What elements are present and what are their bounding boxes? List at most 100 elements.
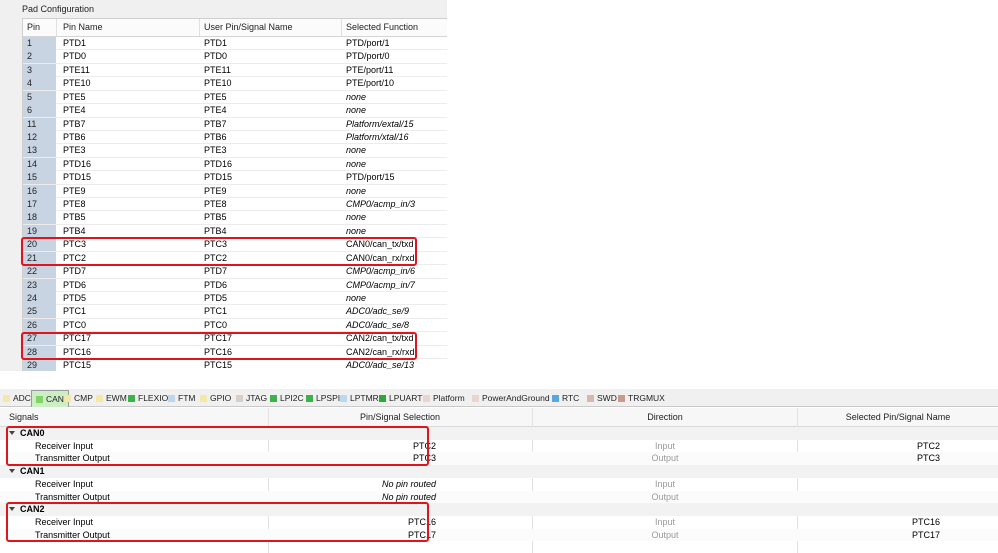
column-header-selected-function[interactable]: Selected Function xyxy=(346,19,418,36)
signal-name-cell: Receiver Input xyxy=(35,478,94,489)
pin-signal-selection-cell[interactable]: PTC17 xyxy=(268,529,532,542)
pin-signal-selection-cell[interactable]: No pin routed xyxy=(268,478,532,491)
table-row[interactable]: 6 PTE4 PTE4 none xyxy=(23,104,447,118)
user-signal-name-cell: PTB4 xyxy=(204,225,227,236)
tab-jtag[interactable]: JTAG xyxy=(236,391,267,405)
tab-powerandground[interactable]: PowerAndGround xyxy=(472,391,550,405)
table-row[interactable]: 15 PTD15 PTD15 PTD/port/15 xyxy=(23,171,447,185)
tab-swd[interactable]: SWD xyxy=(587,391,617,405)
pin-signal-selection-cell[interactable]: No pin routed xyxy=(268,491,532,504)
selected-pin-name-cell: PTC17 xyxy=(911,529,940,540)
selected-function-cell: CAN0/can_rx/rxd xyxy=(346,252,415,263)
pin-cell: 3 xyxy=(23,63,56,77)
table-row[interactable]: 26 PTC0 PTC0 ADC0/adc_se/8 xyxy=(23,318,447,333)
column-header-pin-name[interactable]: Pin Name xyxy=(63,19,103,36)
pin-name-cell: PTE11 xyxy=(63,64,90,75)
column-header-signals[interactable]: Signals xyxy=(9,408,39,426)
table-row[interactable]: 2 PTD0 PTD0 PTD/port/0 xyxy=(23,50,447,64)
selected-function-cell: ADC0/adc_se/13 xyxy=(346,360,415,371)
tab-lptmr[interactable]: LPTMR xyxy=(340,391,379,405)
table-row[interactable]: 29 PTC15 PTC15 ADC0/adc_se/13 xyxy=(23,359,447,371)
signal-row[interactable]: Transmitter Output PTC3 Output PTC3 xyxy=(0,452,998,466)
tab-color-swatch xyxy=(3,395,10,402)
tab-cmp[interactable]: CMP xyxy=(64,391,93,405)
table-row[interactable]: 18 PTB5 PTB5 none xyxy=(23,211,447,225)
tab-label: LPUART xyxy=(389,393,423,403)
signal-row[interactable]: Receiver Input No pin routed Input xyxy=(0,478,998,491)
tab-trgmux[interactable]: TRGMUX xyxy=(618,391,665,405)
user-signal-name-cell: PTE9 xyxy=(204,185,227,196)
column-header-selected-pin-signal-name[interactable]: Selected Pin/Signal Name xyxy=(798,408,998,426)
user-signal-name-cell: PTC3 xyxy=(204,239,228,250)
table-row[interactable]: 17 PTE8 PTE8 CMP0/acmp_in/3 xyxy=(23,198,447,212)
table-row[interactable]: 1 PTD1 PTD1 PTD/port/1 xyxy=(23,37,447,51)
tab-label: EWM xyxy=(106,393,127,403)
pin-cell: 15 xyxy=(23,171,56,185)
pin-name-cell: PTD7 xyxy=(63,266,87,277)
tab-ewm[interactable]: EWM xyxy=(96,391,127,405)
table-row[interactable]: 25 PTC1 PTC1 ADC0/adc_se/9 xyxy=(23,305,447,319)
column-header-pin[interactable]: Pin xyxy=(27,19,40,36)
table-row[interactable]: 24 PTD5 PTD5 none xyxy=(23,291,447,306)
column-header-pin-signal-selection[interactable]: Pin/Signal Selection xyxy=(268,408,532,426)
table-row[interactable]: 27 PTC17 PTC17 CAN2/can_tx/txd xyxy=(23,332,447,346)
table-row[interactable]: 22 PTD7 PTD7 CMP0/acmp_in/6 xyxy=(23,265,447,279)
group-row-can2[interactable]: CAN2 xyxy=(0,503,998,516)
table-row[interactable]: 20 PTC3 PTC3 CAN0/can_tx/txd xyxy=(23,238,447,252)
tab-gpio[interactable]: GPIO xyxy=(200,391,231,405)
column-header-user-signal-name[interactable]: User Pin/Signal Name xyxy=(204,19,293,36)
tab-flexio[interactable]: FLEXIO xyxy=(128,391,168,405)
table-row[interactable]: 5 PTE5 PTE5 none xyxy=(23,90,447,105)
table-row[interactable]: 21 PTC2 PTC2 CAN0/can_rx/rxd xyxy=(23,251,447,266)
table-row[interactable]: 12 PTB6 PTB6 Platform/xtal/16 xyxy=(23,130,447,145)
user-signal-name-cell: PTB5 xyxy=(204,212,227,223)
signal-row[interactable]: Receiver Input PTC16 Input PTC16 xyxy=(0,516,998,529)
group-row-can1[interactable]: CAN1 xyxy=(0,465,998,478)
table-row[interactable]: 13 PTE3 PTE3 none xyxy=(23,144,447,158)
tab-lpuart[interactable]: LPUART xyxy=(379,391,422,405)
signal-name-cell: Transmitter Output xyxy=(35,529,110,540)
tab-ftm[interactable]: FTM xyxy=(168,391,195,405)
signal-row[interactable]: Receiver Input PTC2 Input PTC2 xyxy=(0,440,998,453)
pin-cell: 25 xyxy=(23,305,56,319)
user-signal-name-cell: PTE11 xyxy=(204,64,231,75)
tab-adc[interactable]: ADC xyxy=(3,391,31,405)
tab-label: LPTMR xyxy=(350,393,379,403)
pin-cell: 23 xyxy=(23,278,56,292)
table-row[interactable]: 16 PTE9 PTE9 none xyxy=(23,184,447,199)
table-row[interactable]: 3 PTE11 PTE11 PTE/port/11 xyxy=(23,63,447,78)
table-row[interactable]: 14 PTD16 PTD16 none xyxy=(23,157,447,172)
tab-lpi2c[interactable]: LPI2C xyxy=(270,391,304,405)
pin-name-cell: PTC3 xyxy=(63,239,87,250)
tab-lpspi[interactable]: LPSPI xyxy=(306,391,340,405)
table-row[interactable]: 23 PTD6 PTD6 CMP0/acmp_in/7 xyxy=(23,278,447,292)
pin-signal-selection-cell[interactable]: PTC2 xyxy=(268,440,532,453)
signals-table: Signals Pin/Signal Selection Direction S… xyxy=(0,408,998,553)
table-row[interactable]: 19 PTB4 PTB4 none xyxy=(23,224,447,239)
group-row-can0[interactable]: CAN0 xyxy=(0,427,998,440)
collapse-triangle-icon[interactable] xyxy=(9,469,15,474)
pin-signal-selection-cell[interactable]: PTC16 xyxy=(268,516,532,529)
table-row[interactable]: 28 PTC16 PTC16 CAN2/can_rx/rxd xyxy=(23,345,447,360)
pin-signal-selection-cell[interactable]: PTC3 xyxy=(268,452,532,465)
tab-label: FTM xyxy=(178,393,196,403)
column-header-direction[interactable]: Direction xyxy=(533,408,797,426)
signal-row[interactable]: Transmitter Output PTC17 Output PTC17 xyxy=(0,528,998,542)
user-signal-name-cell: PTE4 xyxy=(204,105,227,116)
signal-row[interactable]: Transmitter Output No pin routed Output xyxy=(0,490,998,504)
pin-name-cell: PTC2 xyxy=(63,252,87,263)
table-row[interactable]: 4 PTE10 PTE10 PTE/port/10 xyxy=(23,77,447,91)
pin-name-cell: PTD1 xyxy=(63,38,87,48)
collapse-triangle-icon[interactable] xyxy=(9,507,15,512)
group-label: CAN2 xyxy=(9,503,45,516)
tab-rtc[interactable]: RTC xyxy=(552,391,579,405)
tab-label: RTC xyxy=(562,393,580,403)
pin-cell: 19 xyxy=(23,224,56,238)
table-row[interactable]: 11 PTB7 PTB7 Platform/extal/15 xyxy=(23,117,447,131)
user-signal-name-cell: PTC15 xyxy=(204,360,233,371)
pin-name-cell: PTD16 xyxy=(63,158,92,169)
pin-cell: 24 xyxy=(23,291,56,305)
collapse-triangle-icon[interactable] xyxy=(9,431,15,435)
tab-label: LPI2C xyxy=(280,393,304,403)
tab-platform[interactable]: Platform xyxy=(423,391,465,405)
